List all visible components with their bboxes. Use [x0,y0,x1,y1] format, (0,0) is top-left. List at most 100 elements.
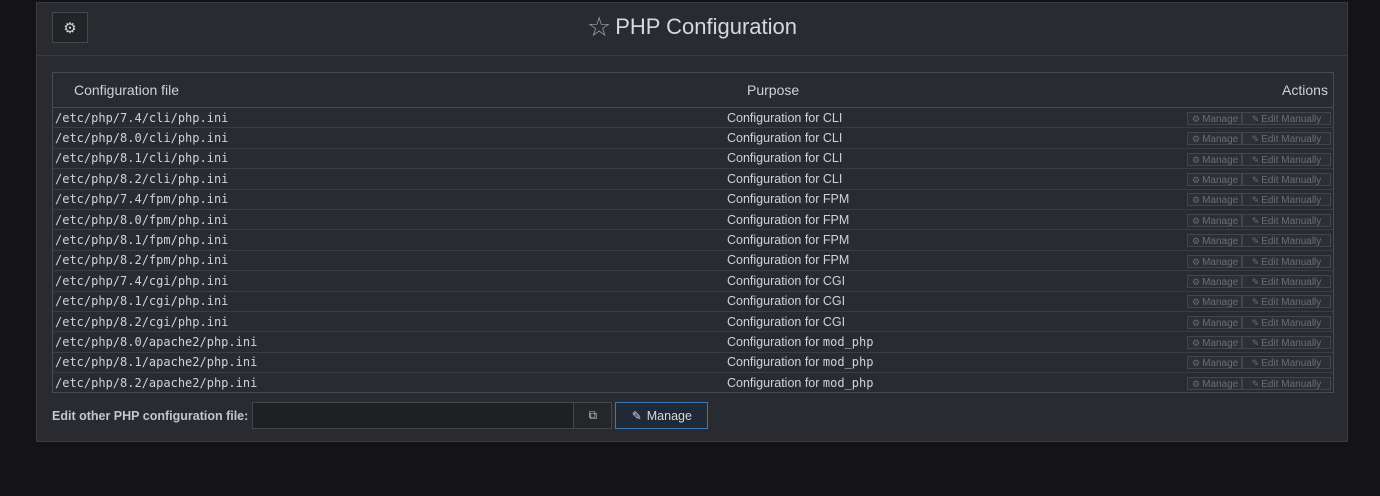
manage-button[interactable]: ⚙ Manage [1187,172,1242,186]
manage-button[interactable]: ⚙ Manage [1187,213,1242,227]
gear-icon: ⚙ [1192,378,1201,389]
manage-label: Manage [1202,154,1239,166]
edit-manually-button[interactable]: ✎ Edit Manually [1242,213,1331,227]
gear-icon: ⚙ [1192,276,1201,287]
edit-manually-button[interactable]: ✎ Edit Manually [1242,295,1331,309]
manage-label: Manage [1202,134,1239,146]
table-row: /etc/php/8.2/apache2/php.ini Configuratio… [53,373,1333,393]
edit-manually-button[interactable]: ✎ Edit Manually [1242,315,1331,329]
purpose-text: Configuration for [727,314,820,329]
purpose-target: FPM [822,212,850,227]
config-file-path: /etc/php/8.1/fpm/php.ini [53,229,725,251]
page-title-wrap: ☆ PHP Configuration [37,12,1347,43]
config-purpose: Configuration for FPM [725,250,1168,272]
gear-icon: ⚙ [1192,297,1201,308]
pencil-icon: ✎ [1251,276,1260,287]
manage-button[interactable]: ⚙ Manage [1187,193,1242,207]
config-purpose: Configuration for CLI [725,148,1168,170]
manage-button[interactable]: ⚙ Manage [1187,295,1242,309]
edit-manually-label: Edit Manually [1261,297,1322,309]
manage-button[interactable]: ⚙ Manage [1187,132,1242,146]
table-row: /etc/php/7.4/cgi/php.ini Configuration fo… [53,270,1333,292]
pencil-icon: ✎ [1251,154,1260,165]
manage-other-label: Manage [646,408,692,423]
edit-manually-label: Edit Manually [1261,215,1322,227]
gear-icon: ⚙ [1192,134,1201,145]
table-row: /etc/php/8.1/apache2/php.ini Configuratio… [53,352,1333,374]
manage-button[interactable]: ⚙ Manage [1187,356,1242,370]
file-chooser-button[interactable]: ⧉ [574,402,613,429]
table-header-row: Configuration file Purpose Actions [53,73,1333,108]
manage-other-button[interactable]: ✎ Manage [615,402,709,429]
edit-manually-button[interactable]: ✎ Edit Manually [1242,193,1331,207]
config-file-path: /etc/php/8.0/apache2/php.ini [53,331,725,353]
table-row: /etc/php/8.0/fpm/php.ini Configuration fo… [53,209,1333,231]
table-row: /etc/php/7.4/fpm/php.ini Configuration fo… [53,189,1333,210]
gear-icon: ⚙ [1192,154,1201,165]
manage-button[interactable]: ⚙ Manage [1187,254,1242,268]
purpose-target: CLI [822,110,843,125]
config-purpose: Configuration for FPM [725,209,1168,231]
pencil-icon: ✎ [1251,358,1260,369]
edit-manually-label: Edit Manually [1261,195,1322,207]
edit-manually-button[interactable]: ✎ Edit Manually [1242,152,1331,166]
column-header-file: Configuration file [53,73,725,108]
edit-manually-button[interactable]: ✎ Edit Manually [1242,356,1331,370]
manage-button[interactable]: ⚙ Manage [1187,315,1242,329]
manage-button[interactable]: ⚙ Manage [1187,234,1242,248]
row-actions: ⚙ Manage ✎ Edit Manually [1168,148,1333,170]
edit-manually-button[interactable]: ✎ Edit Manually [1242,376,1331,390]
edit-manually-button[interactable]: ✎ Edit Manually [1242,336,1331,350]
pencil-icon: ✎ [1251,317,1260,328]
config-path-input[interactable] [252,402,575,429]
star-icon[interactable]: ☆ [587,12,611,42]
config-file-path: /etc/php/7.4/fpm/php.ini [53,189,725,210]
edit-manually-button[interactable]: ✎ Edit Manually [1242,234,1331,248]
config-purpose: Configuration for mod_php [725,373,1168,393]
config-file-path: /etc/php/8.2/cli/php.ini [53,168,725,190]
panel-header: ⚙ ☆ PHP Configuration [37,3,1347,56]
row-actions: ⚙ Manage ✎ Edit Manually [1168,189,1333,210]
purpose-target: mod_php [822,334,874,349]
purpose-text: Configuration for [727,273,820,288]
config-file-path: /etc/php/8.0/fpm/php.ini [53,209,725,231]
edit-manually-button[interactable]: ✎ Edit Manually [1242,132,1331,146]
row-actions: ⚙ Manage ✎ Edit Manually [1168,373,1333,393]
purpose-text: Configuration for [727,131,820,146]
manage-button[interactable]: ⚙ Manage [1187,336,1242,350]
edit-manually-button[interactable]: ✎ Edit Manually [1242,172,1331,186]
config-file-path: /etc/php/8.1/cgi/php.ini [53,291,725,312]
gear-icon: ⚙ [1192,113,1201,124]
edit-manually-button[interactable]: ✎ Edit Manually [1242,254,1331,268]
config-files-table: Configuration file Purpose Actions /etc/… [52,72,1334,394]
edit-manually-label: Edit Manually [1261,276,1322,288]
gear-icon: ⚙ [1192,317,1201,328]
row-actions: ⚙ Manage ✎ Edit Manually [1168,270,1333,292]
copy-icon: ⧉ [588,408,598,422]
edit-manually-label: Edit Manually [1261,317,1322,329]
purpose-text: Configuration for [727,171,820,186]
column-header-actions: Actions [1168,73,1333,108]
gear-icon: ⚙ [1192,358,1201,369]
pencil-icon: ✎ [1251,378,1260,389]
row-actions: ⚙ Manage ✎ Edit Manually [1168,229,1333,251]
pencil-icon: ✎ [1251,113,1260,124]
manage-button[interactable]: ⚙ Manage [1187,152,1242,166]
edit-manually-button[interactable]: ✎ Edit Manually [1242,274,1331,288]
manage-button[interactable]: ⚙ Manage [1187,274,1242,288]
manage-button[interactable]: ⚙ Manage [1187,376,1242,390]
edit-manually-label: Edit Manually [1261,256,1322,268]
php-config-panel: ⚙ ☆ PHP Configuration Configuration file … [36,2,1348,442]
gear-icon: ⚙ [1192,195,1201,206]
table-row: /etc/php/8.1/cli/php.ini Configuration fo… [53,148,1333,170]
config-file-path: /etc/php/7.4/cli/php.ini [53,107,725,129]
edit-manually-button[interactable]: ✎ Edit Manually [1242,111,1331,125]
edit-manually-label: Edit Manually [1261,113,1322,125]
row-actions: ⚙ Manage ✎ Edit Manually [1168,168,1333,190]
manage-label: Manage [1202,215,1239,227]
manage-button[interactable]: ⚙ Manage [1187,111,1242,125]
manage-label: Manage [1202,358,1239,370]
config-purpose: Configuration for FPM [725,229,1168,251]
config-purpose: Configuration for mod_php [725,352,1168,374]
manage-label: Manage [1202,236,1239,248]
